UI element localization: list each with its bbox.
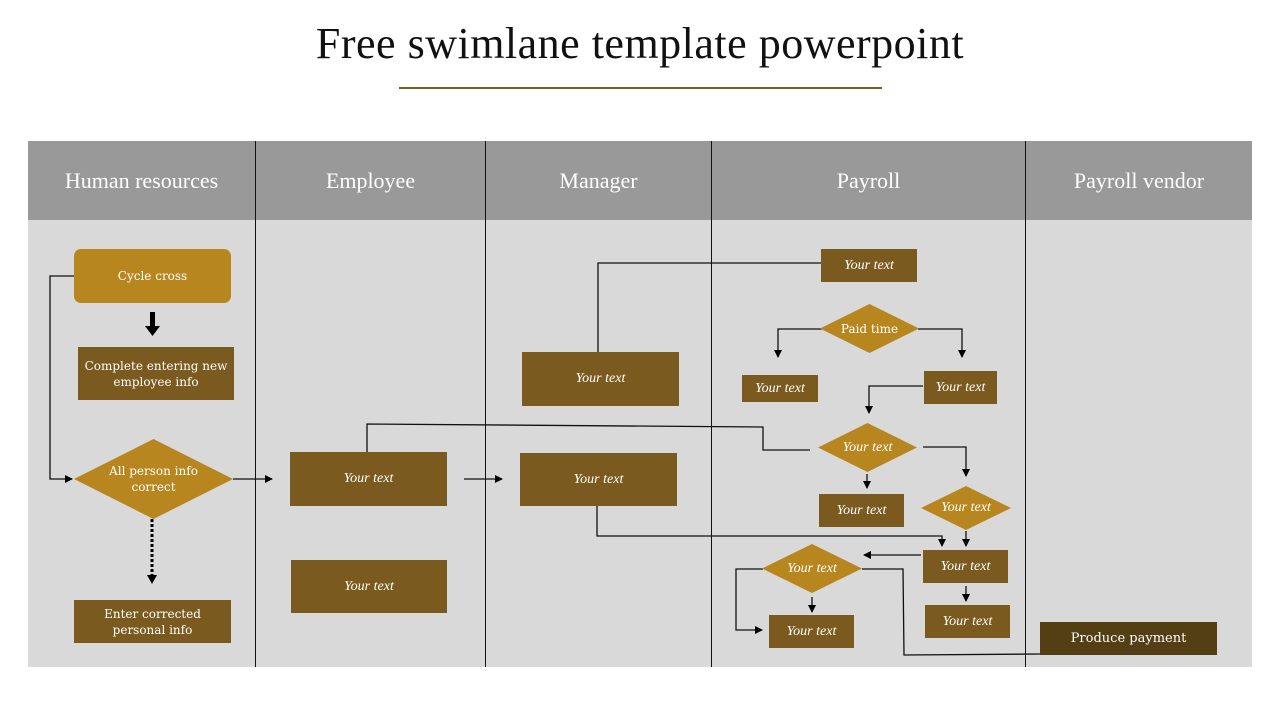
node-produce-payment[interactable]: Produce payment	[1040, 622, 1217, 655]
node-label: Your text	[755, 380, 805, 396]
node-cycle-cross[interactable]: Cycle cross	[74, 249, 231, 303]
node-label: Your text	[935, 379, 986, 395]
node-label: Your text	[836, 502, 887, 518]
node-manager-2[interactable]: Your text	[520, 453, 677, 506]
connector-paid-time-left	[774, 328, 822, 358]
connector-manager-to-payroll-top	[597, 262, 821, 352]
node-label: Your text	[942, 613, 993, 629]
node-label: Your text	[842, 439, 893, 455]
connector-employee-to-payroll-decision	[366, 423, 810, 452]
node-enter-corrected[interactable]: Enter corrected personal info	[74, 600, 231, 643]
node-label: Your text	[344, 578, 394, 594]
node-label: Complete entering new employee info	[84, 358, 228, 389]
node-label: Your text	[844, 257, 894, 273]
node-label: Your text	[940, 558, 991, 574]
node-label: Produce payment	[1070, 630, 1187, 646]
node-label: Enter corrected personal info	[104, 606, 201, 637]
node-payroll-left[interactable]: Your text	[742, 375, 818, 402]
node-label: All person info correct	[109, 464, 198, 494]
node-complete-entering[interactable]: Complete entering new employee info	[78, 347, 234, 400]
node-label: Your text	[941, 500, 991, 515]
node-label: Cycle cross	[117, 269, 188, 283]
arrow-down-icon	[145, 312, 160, 336]
node-employee-1[interactable]: Your text	[290, 452, 447, 506]
decision-all-person-info[interactable]: All person info correct	[74, 439, 233, 519]
node-label: Your text	[786, 623, 837, 639]
node-label: Your text	[787, 560, 837, 576]
node-employee-2[interactable]: Your text	[291, 560, 447, 613]
node-payroll-mid-right[interactable]: Your text	[923, 550, 1008, 583]
node-label: Your text	[343, 471, 394, 486]
connector-paid-time-right	[918, 328, 966, 358]
connector-cycle-to-decision	[49, 275, 75, 483]
node-payroll-top[interactable]: Your text	[821, 249, 917, 282]
node-payroll-below-decision-1[interactable]: Your text	[819, 494, 904, 527]
connector-decision3-left	[735, 568, 763, 634]
decision-payroll-3[interactable]: Your text	[762, 544, 862, 593]
connector-right-box-to-decision	[865, 385, 923, 414]
decision-payroll-2[interactable]: Your text	[921, 486, 1011, 530]
node-label: Your text	[575, 371, 626, 386]
node-label: Your text	[573, 471, 624, 487]
node-label: Paid time	[840, 321, 899, 336]
node-payroll-bottom-right[interactable]: Your text	[925, 605, 1010, 638]
dotted-arrow-icon	[147, 519, 157, 584]
node-payroll-bottom-left[interactable]: Your text	[769, 615, 854, 648]
node-manager-1[interactable]: Your text	[522, 352, 679, 406]
node-payroll-right[interactable]: Your text	[924, 371, 997, 404]
decision-paid-time[interactable]: Paid time	[820, 304, 919, 353]
decision-payroll-1[interactable]: Your text	[818, 423, 917, 472]
connector-decision1-right	[923, 446, 970, 477]
